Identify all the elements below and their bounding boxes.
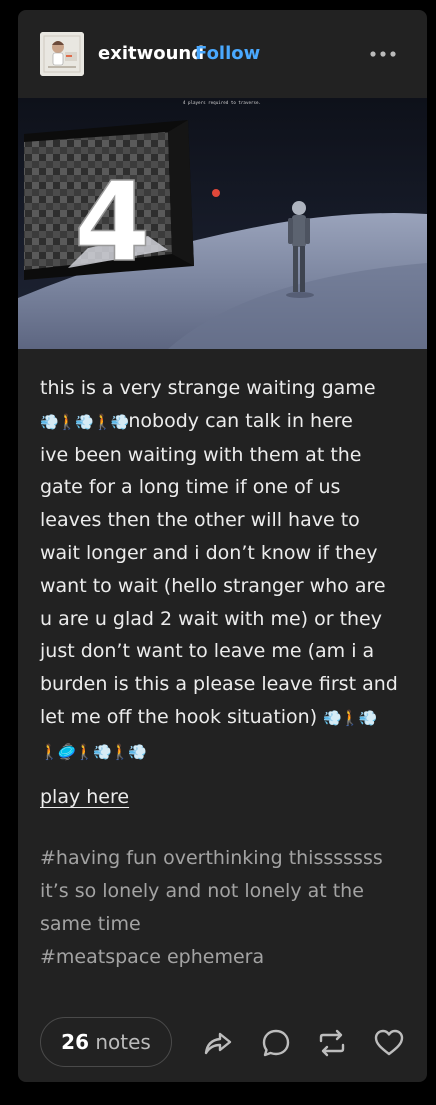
tag-item[interactable]: #meatspace ephemera	[40, 941, 410, 974]
tag-item[interactable]: #having fun overthinking thisssssss	[40, 842, 410, 875]
tag-item[interactable]: it’s so lonely and not lonely at the sam…	[40, 875, 410, 941]
red-orb	[212, 189, 220, 197]
gate-number: 4	[74, 158, 151, 286]
notes-label: notes	[95, 1030, 151, 1054]
play-here-link[interactable]: play here	[40, 786, 129, 808]
notes-count: 26	[61, 1030, 89, 1054]
post-card: exitwound Follow 4 4 players required to…	[18, 10, 427, 1082]
reblog-icon[interactable]	[316, 1027, 348, 1059]
share-icon[interactable]	[202, 1027, 234, 1059]
reply-icon[interactable]	[260, 1027, 292, 1059]
avatar[interactable]	[40, 32, 84, 76]
hud-text: 4 players required to traverse.	[183, 100, 261, 105]
username[interactable]: exitwound	[98, 43, 204, 64]
notes-button[interactable]: 26 notes	[40, 1017, 172, 1067]
post-body: this is a very strange waiting game 💨🚶💨🚶…	[40, 377, 398, 761]
more-options-icon[interactable]	[369, 46, 397, 62]
tag-list: #having fun overthinking thisssssss it’s…	[40, 842, 410, 974]
post-image[interactable]: 4 4 players required to traverse.	[18, 98, 427, 349]
follow-button[interactable]: Follow	[195, 43, 260, 64]
avatar-image	[40, 32, 84, 76]
game-screenshot: 4 4 players required to traverse.	[18, 98, 427, 349]
heart-icon[interactable]	[373, 1027, 405, 1059]
post-footer: 26 notes	[18, 1015, 427, 1069]
post-header: exitwound Follow	[18, 10, 427, 98]
